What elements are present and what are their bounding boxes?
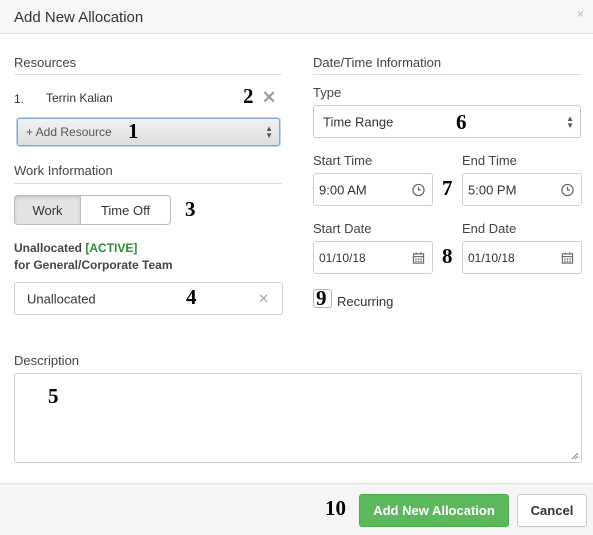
start-time-value: 9:00 AM	[319, 182, 367, 197]
type-label: Type	[313, 85, 342, 100]
dialog-header: Add New Allocation ×	[0, 0, 593, 34]
clock-icon	[561, 183, 574, 196]
team-name-line: for General/Corporate Team	[14, 258, 173, 272]
allocation-field[interactable]: Unallocated ✕	[14, 282, 283, 315]
cancel-button[interactable]: Cancel	[517, 494, 587, 527]
description-textarea[interactable]	[14, 373, 582, 463]
team-status-line: Unallocated [ACTIVE]	[14, 241, 137, 255]
annotation-marker-9: 9	[316, 286, 327, 310]
annotation-marker-5: 5	[48, 384, 59, 408]
annotation-marker-6: 6	[456, 110, 467, 134]
add-resource-select[interactable]: + Add Resource ▲ ▼	[17, 118, 280, 146]
add-new-allocation-button[interactable]: Add New Allocation	[359, 494, 509, 527]
start-date-input[interactable]: 01/10/18	[313, 241, 433, 274]
end-time-value: 5:00 PM	[468, 182, 517, 197]
toggle-work-button[interactable]: Work	[14, 195, 81, 225]
datetime-heading: Date/Time Information	[313, 55, 442, 70]
work-info-heading: Work Information	[14, 163, 113, 178]
add-resource-value: + Add Resource	[26, 125, 112, 139]
end-date-label: End Date	[462, 221, 517, 236]
resource-number: 1.	[14, 92, 25, 106]
annotation-marker-2: 2	[243, 84, 254, 108]
resize-grip-icon[interactable]	[571, 452, 579, 460]
clear-icon[interactable]: ✕	[258, 291, 269, 307]
remove-resource-icon[interactable]: ✕	[262, 88, 276, 108]
type-value: Time Range	[323, 114, 394, 129]
annotation-marker-1: 1	[128, 119, 139, 143]
active-status: [ACTIVE]	[85, 241, 138, 255]
end-date-value: 01/10/18	[468, 250, 515, 265]
start-time-label: Start Time	[313, 153, 373, 168]
dialog-title: Add New Allocation	[14, 9, 144, 26]
end-time-label: End Time	[462, 153, 517, 168]
start-date-value: 01/10/18	[319, 250, 366, 265]
calendar-icon	[412, 251, 425, 264]
datetime-divider	[313, 74, 581, 75]
close-icon[interactable]: ×	[577, 7, 584, 21]
recurring-label[interactable]: Recurring	[337, 294, 393, 309]
annotation-marker-3: 3	[185, 197, 196, 221]
description-label: Description	[14, 353, 80, 368]
team-prefix: Unallocated	[14, 241, 86, 255]
annotation-marker-7: 7	[442, 176, 453, 200]
select-arrows-icon: ▲ ▼	[566, 113, 574, 130]
calendar-icon	[561, 251, 574, 264]
resources-heading: Resources	[14, 55, 77, 70]
resource-name: Terrin Kalian	[46, 91, 113, 105]
end-date-input[interactable]: 01/10/18	[462, 241, 582, 274]
end-time-input[interactable]: 5:00 PM	[462, 173, 582, 206]
annotation-marker-10: 10	[325, 496, 346, 520]
start-time-input[interactable]: 9:00 AM	[313, 173, 433, 206]
resources-divider	[14, 74, 282, 75]
work-info-divider	[14, 183, 282, 184]
allocation-value: Unallocated	[27, 291, 96, 306]
work-type-toggle: Work Time Off	[14, 195, 171, 225]
select-arrows-icon: ▲ ▼	[265, 124, 273, 140]
type-select[interactable]: Time Range ▲ ▼	[313, 105, 581, 138]
annotation-marker-8: 8	[442, 244, 453, 268]
toggle-time-off-button[interactable]: Time Off	[81, 195, 171, 225]
start-date-label: Start Date	[313, 221, 372, 236]
annotation-marker-4: 4	[186, 285, 197, 309]
clock-icon	[412, 183, 425, 196]
